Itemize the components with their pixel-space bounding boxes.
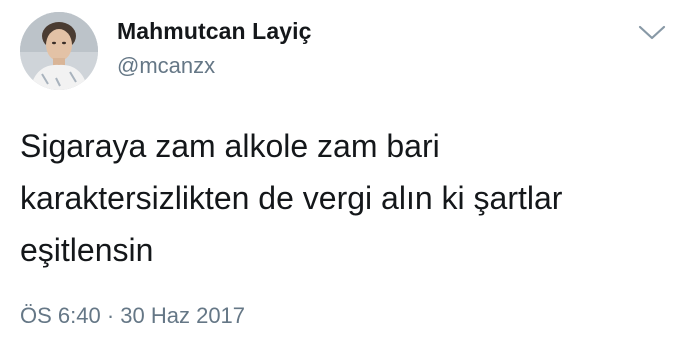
tweet-text: Sigaraya zam alkole zam bari karaktersiz…: [20, 128, 563, 268]
author-username[interactable]: @mcanzx: [117, 53, 215, 79]
author-display-name[interactable]: Mahmutcan Layiç: [117, 18, 312, 45]
tweet-card: Mahmutcan Layiç @mcanzx Sigaraya zam alk…: [0, 0, 690, 358]
profile-photo-icon: [20, 12, 98, 90]
avatar[interactable]: [20, 12, 98, 90]
tweet-timestamp[interactable]: ÖS 6:40 · 30 Haz 2017: [20, 303, 245, 329]
tweet-menu-button[interactable]: [636, 22, 668, 44]
chevron-down-icon: [638, 25, 666, 40]
